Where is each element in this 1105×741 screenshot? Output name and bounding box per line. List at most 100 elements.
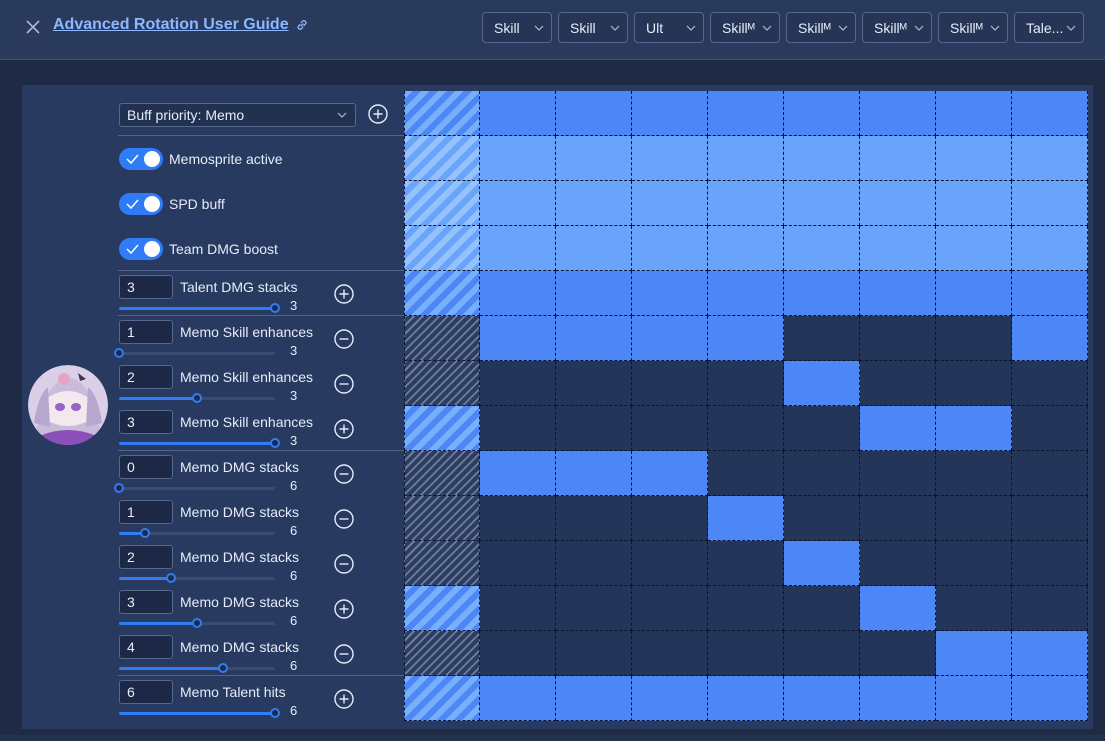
rotation-cell[interactable] [936,91,1012,136]
rotation-cell[interactable] [784,316,860,361]
conditional-value-input[interactable] [119,455,173,479]
rotation-cell[interactable] [480,361,556,406]
rotation-cell[interactable] [632,541,708,586]
rotation-cell[interactable] [708,181,784,226]
slider-thumb[interactable] [140,528,150,538]
slider-thumb[interactable] [270,303,280,313]
rotation-cell[interactable] [632,406,708,451]
tab-skill-1[interactable]: Skill [482,12,552,43]
rotation-cell[interactable] [708,91,784,136]
rotation-cell[interactable] [860,676,936,721]
rotation-cell[interactable] [784,451,860,496]
rotation-cell[interactable] [632,676,708,721]
memosprite-active-toggle[interactable] [119,148,163,170]
row-default-cell[interactable] [404,181,480,226]
rotation-cell[interactable] [480,541,556,586]
set-default-minus-button[interactable] [333,508,355,530]
tab-ult[interactable]: Ult [634,12,704,43]
rotation-cell[interactable] [480,271,556,316]
rotation-cell[interactable] [708,496,784,541]
rotation-cell[interactable] [556,541,632,586]
rotation-cell[interactable] [936,136,1012,181]
row-default-cell[interactable] [404,676,480,721]
rotation-cell[interactable] [708,226,784,271]
rotation-cell[interactable] [556,361,632,406]
rotation-cell[interactable] [556,676,632,721]
row-default-cell[interactable] [404,91,480,136]
rotation-cell[interactable] [936,271,1012,316]
slider-thumb[interactable] [165,573,176,583]
rotation-cell[interactable] [860,136,936,181]
rotation-cell[interactable] [784,226,860,271]
tab-talent[interactable]: Tale... [1014,12,1084,43]
conditional-value-input[interactable] [119,635,173,659]
rotation-cell[interactable] [1012,451,1088,496]
slider-thumb[interactable] [270,708,280,718]
set-default-minus-button[interactable] [333,643,355,665]
rotation-cell[interactable] [936,496,1012,541]
rotation-cell[interactable] [556,226,632,271]
set-default-plus-button[interactable] [333,283,355,305]
rotation-cell[interactable] [860,631,936,676]
conditional-value-input[interactable] [119,410,173,434]
rotation-cell[interactable] [1012,316,1088,361]
conditional-value-input[interactable] [119,500,173,524]
conditional-slider[interactable] [119,618,275,628]
rotation-cell[interactable] [480,316,556,361]
slider-thumb[interactable] [114,483,124,493]
rotation-cell[interactable] [556,451,632,496]
rotation-cell[interactable] [860,271,936,316]
tab-memo-skill-1[interactable]: Skillᴹ [710,12,780,43]
rotation-cell[interactable] [936,451,1012,496]
rotation-cell[interactable] [936,361,1012,406]
rotation-cell[interactable] [632,496,708,541]
rotation-cell[interactable] [632,361,708,406]
close-icon[interactable] [24,18,42,36]
slider-thumb[interactable] [114,348,124,358]
rotation-cell[interactable] [708,586,784,631]
row-default-cell[interactable] [404,631,480,676]
conditional-slider[interactable] [119,528,275,538]
row-default-cell[interactable] [404,541,480,586]
rotation-cell[interactable] [556,586,632,631]
rotation-cell[interactable] [1012,181,1088,226]
conditional-value-input[interactable] [119,275,173,299]
row-default-cell[interactable] [404,361,480,406]
conditional-slider[interactable] [119,663,275,673]
rotation-cell[interactable] [784,406,860,451]
set-default-plus-button[interactable] [333,418,355,440]
slider-thumb[interactable] [192,618,202,628]
add-buff-priority-button[interactable] [367,103,389,125]
rotation-cell[interactable] [860,316,936,361]
rotation-cell[interactable] [936,676,1012,721]
tab-memo-skill-3[interactable]: Skillᴹ [862,12,932,43]
row-default-cell[interactable] [404,271,480,316]
rotation-cell[interactable] [784,91,860,136]
rotation-cell[interactable] [480,226,556,271]
row-default-cell[interactable] [404,316,480,361]
rotation-cell[interactable] [632,226,708,271]
rotation-cell[interactable] [556,271,632,316]
conditional-value-input[interactable] [119,680,173,704]
rotation-cell[interactable] [860,496,936,541]
rotation-cell[interactable] [480,181,556,226]
rotation-cell[interactable] [1012,226,1088,271]
rotation-cell[interactable] [480,406,556,451]
rotation-cell[interactable] [480,676,556,721]
slider-thumb[interactable] [218,663,228,673]
conditional-slider[interactable] [114,348,275,358]
rotation-cell[interactable] [480,91,556,136]
rotation-cell[interactable] [784,496,860,541]
rotation-cell[interactable] [708,451,784,496]
rotation-cell[interactable] [860,226,936,271]
row-default-cell[interactable] [404,226,480,271]
rotation-cell[interactable] [860,406,936,451]
rotation-cell[interactable] [936,406,1012,451]
rotation-cell[interactable] [480,496,556,541]
rotation-cell[interactable] [1012,586,1088,631]
conditional-slider[interactable] [119,708,280,718]
conditional-slider[interactable] [119,573,275,583]
tab-memo-skill-2[interactable]: Skillᴹ [786,12,856,43]
rotation-cell[interactable] [1012,541,1088,586]
rotation-cell[interactable] [480,631,556,676]
